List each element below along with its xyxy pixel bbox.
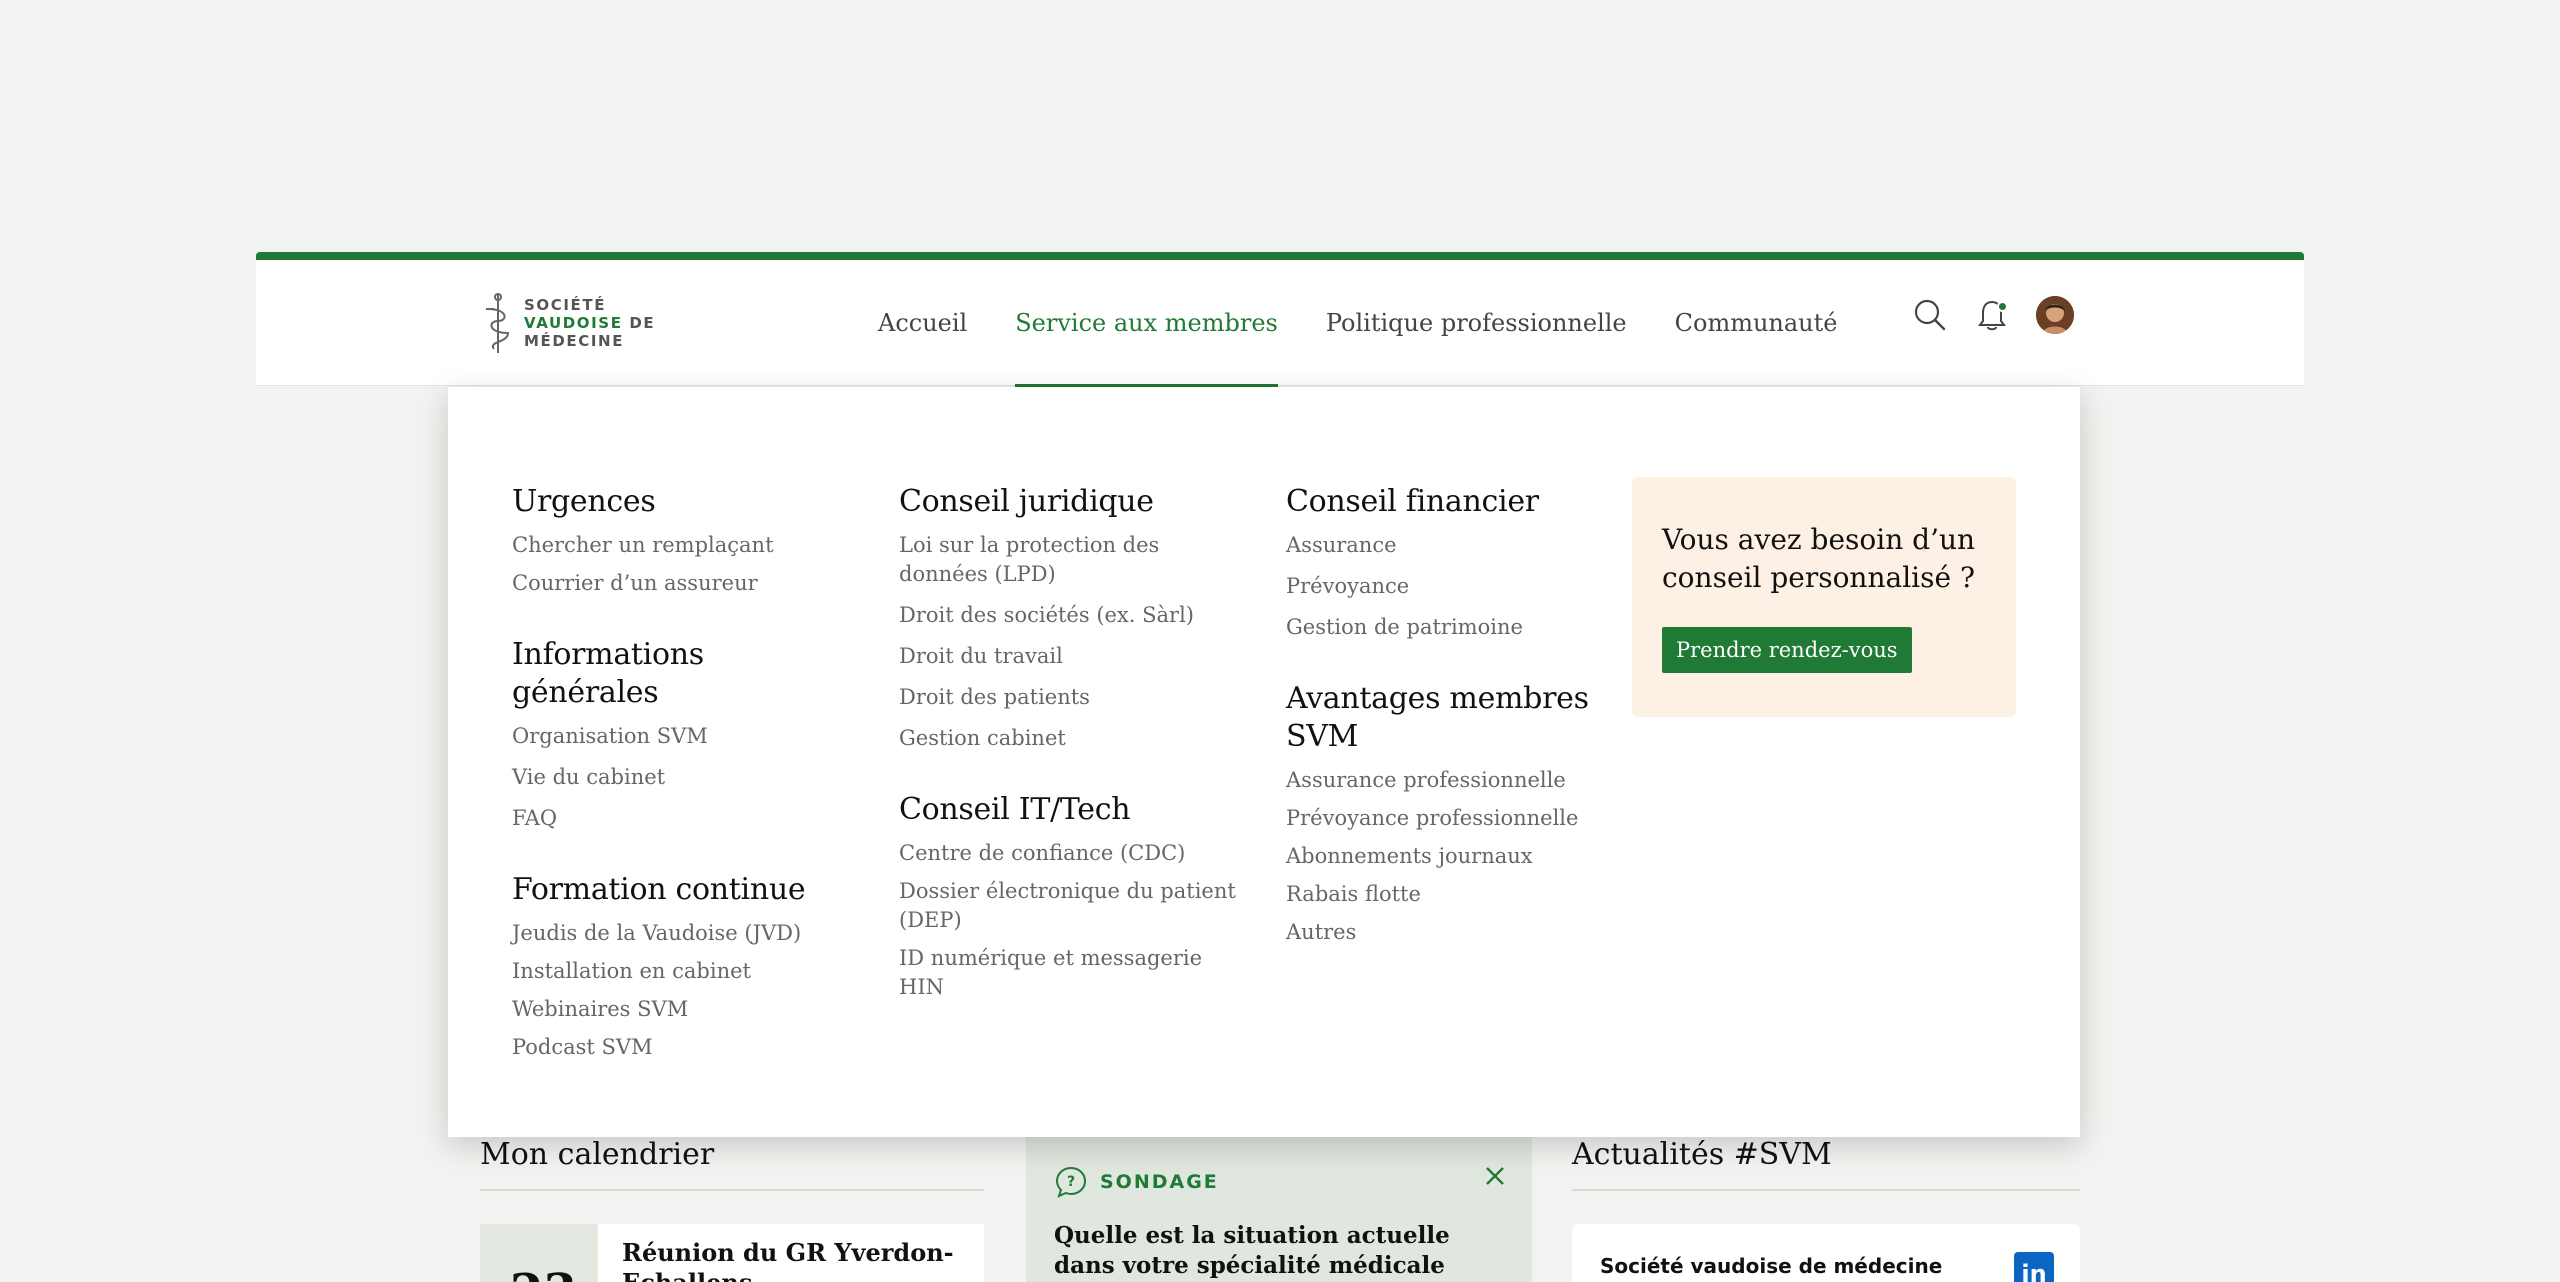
- menu-link-assurance-professionnelle[interactable]: Assurance professionnelle: [1286, 766, 1626, 795]
- nav-accueil[interactable]: Accueil: [854, 260, 991, 386]
- menu-link-dep[interactable]: Dossier électronique du patient (DEP): [899, 877, 1239, 935]
- menu-link-droit-patients[interactable]: Droit des patients: [899, 683, 1239, 712]
- nav-service-aux-membres[interactable]: Service aux membres: [991, 260, 1302, 387]
- menu-link-courrier-assureur[interactable]: Courrier d’un assureur: [512, 569, 852, 598]
- menu-link-assurance[interactable]: Assurance: [1286, 531, 1626, 560]
- menu-heading-informations-generales: Informations générales: [512, 637, 704, 710]
- menu-link-hin[interactable]: ID numérique et messagerie HIN: [899, 944, 1239, 1002]
- menu-link-podcast-svm[interactable]: Podcast SVM: [512, 1033, 852, 1062]
- search-icon: [1914, 299, 1946, 331]
- menu-link-gestion-patrimoine[interactable]: Gestion de patrimoine: [1286, 613, 1626, 642]
- appointment-cta-card: Vous avez besoin d’un conseil personnali…: [1632, 477, 2016, 717]
- menu-heading-avantages-line2: SVM: [1286, 719, 1359, 754]
- nav-communaute[interactable]: Communauté: [1651, 260, 1862, 386]
- calendar-section-title: Mon calendrier: [480, 1137, 715, 1172]
- menu-link-chercher-remplacant[interactable]: Chercher un remplaçant: [512, 531, 852, 560]
- calendar-event-card[interactable]: 23 Réunion du GR Yverdon- Echallens: [480, 1224, 984, 1282]
- menu-link-jeudis-vaudoise[interactable]: Jeudis de la Vaudoise (JVD): [512, 919, 852, 948]
- calendar-event-title: Réunion du GR Yverdon- Echallens: [622, 1238, 954, 1282]
- survey-question-line1: Quelle est la situation actuelle: [1054, 1222, 1450, 1249]
- news-divider: [1572, 1189, 2080, 1191]
- menu-heading-urgences: Urgences: [512, 484, 656, 519]
- survey-card: ? SONDAGE Quelle est la situation actuel…: [1026, 1137, 1532, 1282]
- close-icon: [1486, 1167, 1504, 1185]
- logo-line3: MÉDECINE: [524, 332, 625, 350]
- survey-close-button[interactable]: [1484, 1165, 1506, 1191]
- calendar-event-title-line2: Echallens: [622, 1268, 954, 1282]
- menu-heading-conseil-juridique: Conseil juridique: [899, 484, 1154, 519]
- menu-link-gestion-cabinet[interactable]: Gestion cabinet: [899, 724, 1239, 753]
- menu-link-webinaires-svm[interactable]: Webinaires SVM: [512, 995, 852, 1024]
- menu-link-autres[interactable]: Autres: [1286, 918, 1626, 947]
- menu-link-vie-du-cabinet[interactable]: Vie du cabinet: [512, 763, 852, 792]
- logo-line2-green: VAUDOISE: [524, 314, 623, 332]
- menu-link-dep-line2: (DEP): [899, 908, 962, 932]
- search-button[interactable]: [1912, 297, 1948, 333]
- survey-label: SONDAGE: [1100, 1171, 1219, 1193]
- menu-link-droit-societes[interactable]: Droit des sociétés (ex. Sàrl): [899, 601, 1239, 630]
- svg-text:?: ?: [1067, 1174, 1075, 1190]
- menu-link-rabais-flotte[interactable]: Rabais flotte: [1286, 880, 1626, 909]
- menu-link-lpd[interactable]: Loi sur la protection des données (LPD): [899, 531, 1239, 589]
- logo-wordmark: SOCIÉTÉ VAUDOISE DE MÉDECINE: [524, 296, 655, 350]
- cta-title: Vous avez besoin d’un conseil personnali…: [1662, 521, 1986, 597]
- menu-heading-formation-continue: Formation continue: [512, 872, 806, 907]
- menu-link-cdc[interactable]: Centre de confiance (CDC): [899, 839, 1239, 868]
- avatar-image: [2036, 296, 2074, 334]
- survey-header: ? SONDAGE: [1054, 1165, 1219, 1199]
- app-frame: SOCIÉTÉ VAUDOISE DE MÉDECINE Accueil Ser…: [256, 252, 2304, 1282]
- logo-line1: SOCIÉTÉ: [524, 296, 607, 314]
- menu-link-faq[interactable]: FAQ: [512, 804, 852, 833]
- top-accent-bar: [256, 252, 2304, 260]
- survey-question-line2: dans votre spécialité médicale ?: [1054, 1252, 1445, 1279]
- header-actions: [1912, 296, 2074, 334]
- linkedin-icon[interactable]: in: [2014, 1252, 2054, 1282]
- survey-question: Quelle est la situation actuelle dans vo…: [1054, 1221, 1454, 1282]
- cta-title-line1: Vous avez besoin d’un: [1662, 523, 1976, 556]
- menu-link-organisation-svm[interactable]: Organisation SVM: [512, 722, 852, 751]
- nav-politique-professionnelle[interactable]: Politique professionnelle: [1302, 260, 1651, 386]
- menu-column-3: Conseil financier Assurance Prévoyance G…: [1286, 483, 1626, 985]
- notification-dot: [1997, 301, 2008, 312]
- calendar-event-title-line1: Réunion du GR Yverdon-: [622, 1238, 954, 1267]
- menu-heading-avantages-membres: Avantages membres SVM: [1286, 680, 1626, 756]
- calendar-event-day: 23: [510, 1264, 577, 1282]
- cta-title-line2: conseil personnalisé ?: [1662, 561, 1975, 594]
- menu-link-installation-cabinet[interactable]: Installation en cabinet: [512, 957, 852, 986]
- notifications-button[interactable]: [1974, 297, 2010, 333]
- menu-link-lpd-line2: données (LPD): [899, 562, 1056, 586]
- menu-heading-conseil-it-tech: Conseil IT/Tech: [899, 792, 1131, 827]
- user-avatar[interactable]: [2036, 296, 2074, 334]
- menu-link-prevoyance-professionnelle[interactable]: Prévoyance professionnelle: [1286, 804, 1626, 833]
- question-bubble-icon: ?: [1055, 1166, 1087, 1198]
- logo-line2-rest: DE: [622, 314, 656, 332]
- news-card-name: Société vaudoise de médecine: [1600, 1254, 1943, 1278]
- svm-logo[interactable]: SOCIÉTÉ VAUDOISE DE MÉDECINE: [480, 290, 655, 356]
- site-header: SOCIÉTÉ VAUDOISE DE MÉDECINE Accueil Ser…: [256, 260, 2304, 387]
- prendre-rendez-vous-button[interactable]: Prendre rendez-vous: [1662, 627, 1912, 673]
- menu-column-2: Conseil juridique Loi sur la protection …: [899, 483, 1239, 1040]
- menu-link-prevoyance[interactable]: Prévoyance: [1286, 572, 1626, 601]
- menu-heading-conseil-financier: Conseil financier: [1286, 484, 1539, 519]
- calendar-event-date: 23: [480, 1224, 598, 1282]
- menu-link-droit-travail[interactable]: Droit du travail: [899, 642, 1239, 671]
- news-section-title: Actualités #SVM: [1572, 1137, 1832, 1172]
- main-nav: Accueil Service aux membres Politique pr…: [854, 260, 1862, 387]
- menu-column-1: Urgences Chercher un remplaçant Courrier…: [512, 483, 852, 1100]
- menu-link-lpd-line1: Loi sur la protection des: [899, 533, 1160, 557]
- menu-heading-avantages-line1: Avantages membres: [1286, 681, 1589, 716]
- service-membres-dropdown: Urgences Chercher un remplaçant Courrier…: [448, 387, 2080, 1137]
- caduceus-icon: [486, 293, 510, 353]
- calendar-divider: [480, 1189, 984, 1191]
- news-card[interactable]: Société vaudoise de médecine in: [1572, 1224, 2080, 1282]
- menu-link-dep-line1: Dossier électronique du patient: [899, 879, 1236, 903]
- menu-link-abonnements-journaux[interactable]: Abonnements journaux: [1286, 842, 1626, 871]
